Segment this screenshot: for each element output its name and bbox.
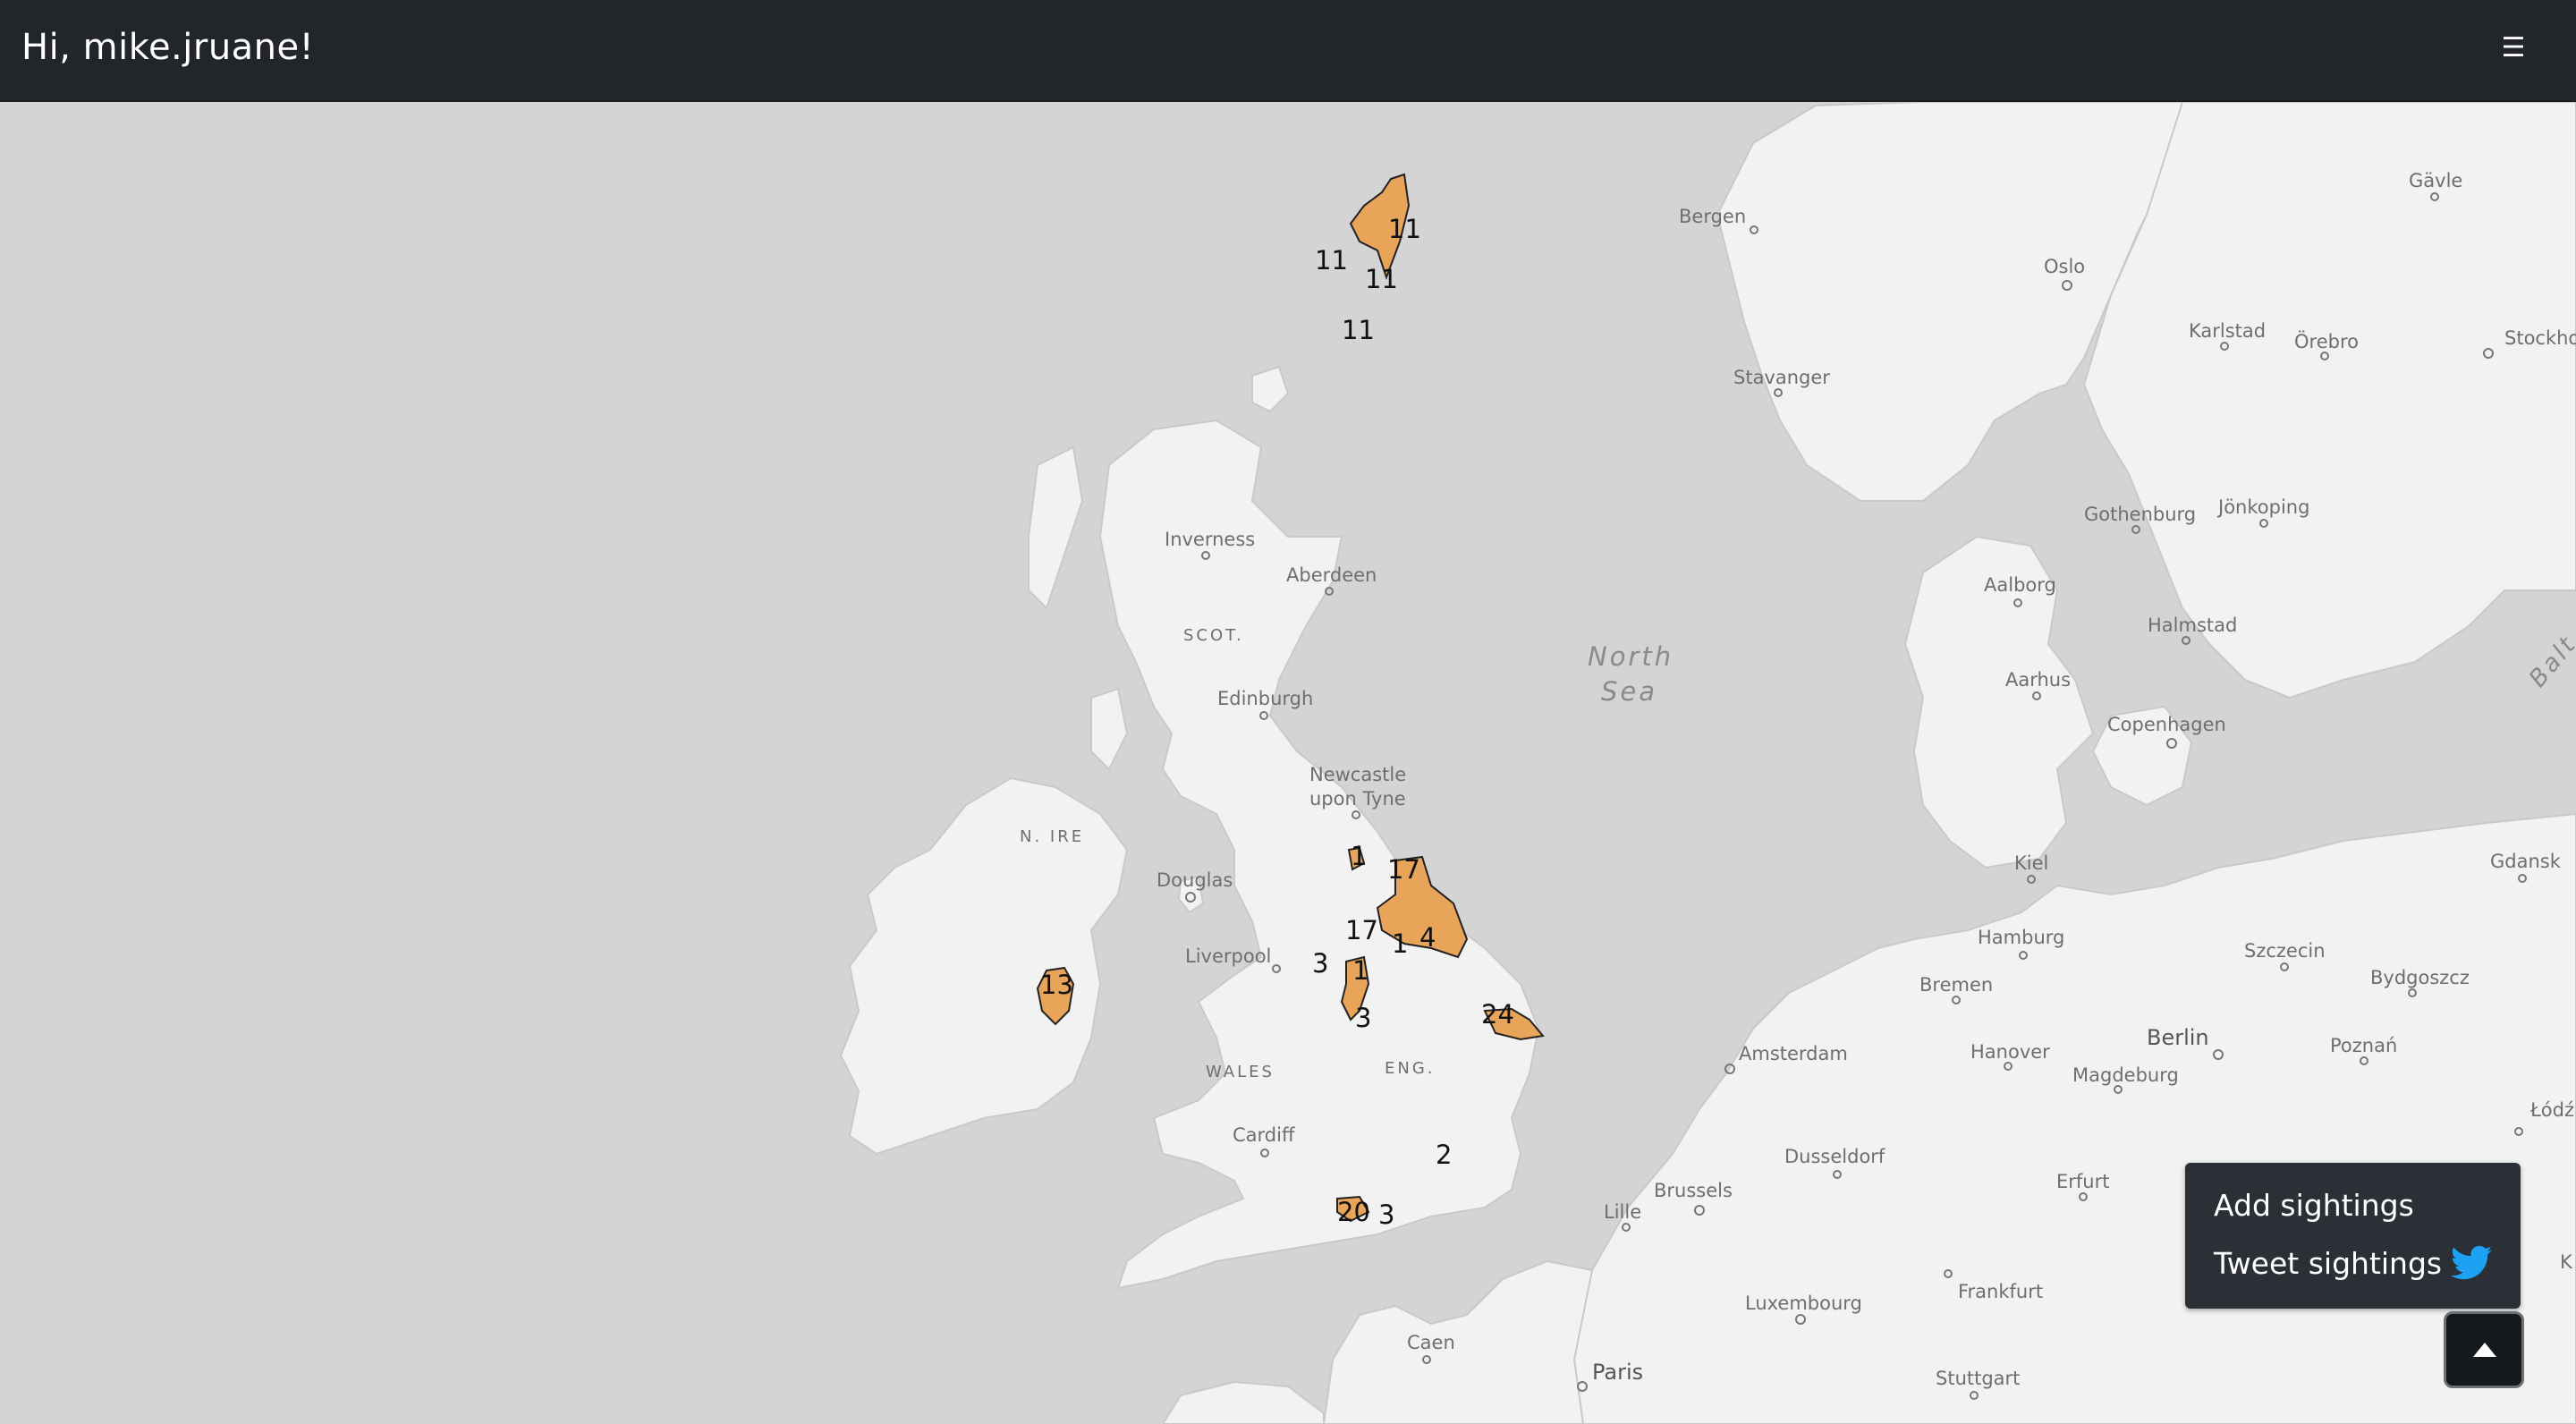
place-dusseldorf: Dusseldorf	[1784, 1146, 1885, 1167]
place-k-edge: K	[2560, 1251, 2573, 1273]
count-yorks-dales: 17	[1345, 915, 1378, 945]
place-gavle: Gävle	[2409, 170, 2462, 191]
place-lodz: Łódź	[2529, 1099, 2574, 1121]
place-orebro: Örebro	[2294, 330, 2359, 352]
place-bergen: Bergen	[1679, 206, 1746, 227]
place-bydgoszcz: Bydgoszcz	[2370, 967, 2470, 988]
region-wales: WALES	[1206, 1063, 1275, 1081]
sightings-menu: Add sightings Tweet sightings	[2185, 1163, 2521, 1309]
place-kiel: Kiel	[2014, 852, 2048, 874]
place-gothenburg: Gothenburg	[2084, 504, 2196, 525]
place-newcastle-1: Newcastle	[1309, 764, 1406, 785]
place-brussels: Brussels	[1654, 1180, 1733, 1201]
place-stuttgart: Stuttgart	[1936, 1368, 2020, 1389]
count-lancs-b: 1	[1352, 955, 1368, 986]
place-luxembourg: Luxembourg	[1745, 1293, 1862, 1314]
greeting-text: Hi, mike.jruane!	[21, 27, 315, 68]
count-fair-isle: 11	[1342, 315, 1375, 345]
count-shetland-a: 11	[1388, 214, 1421, 244]
place-erfurt: Erfurt	[2056, 1171, 2109, 1192]
count-lancs-a: 3	[1312, 948, 1328, 979]
count-yorks-east: 4	[1419, 922, 1436, 953]
place-szczecin: Szczecin	[2244, 940, 2326, 962]
place-gdansk: Gdansk	[2490, 851, 2562, 872]
count-tees: 1	[1351, 841, 1367, 871]
place-bremen: Bremen	[1919, 974, 1993, 996]
count-dorset: 20	[1337, 1197, 1370, 1227]
place-oslo: Oslo	[2044, 256, 2085, 277]
place-jonkoping: Jönkoping	[2216, 496, 2309, 518]
add-sightings-label: Add sightings	[2214, 1188, 2414, 1223]
place-caen: Caen	[1407, 1332, 1455, 1353]
top-navbar: Hi, mike.jruane! ☰	[0, 0, 2576, 102]
caret-up-icon	[2473, 1343, 2496, 1357]
place-aalborg: Aalborg	[1984, 574, 2056, 596]
place-magdeburg: Magdeburg	[2072, 1064, 2179, 1086]
toggle-sightings-menu-button[interactable]	[2444, 1311, 2524, 1388]
twitter-bird-icon	[2451, 1245, 2493, 1280]
place-poznan: Poznań	[2330, 1035, 2397, 1056]
region-nire: N. IRE	[1020, 827, 1084, 846]
place-paris: Paris	[1592, 1360, 1643, 1385]
count-peak: 3	[1355, 1003, 1371, 1033]
count-hants: 3	[1378, 1199, 1394, 1230]
count-ireland: 13	[1040, 970, 1073, 1000]
place-aarhus: Aarhus	[2005, 669, 2071, 691]
place-hamburg: Hamburg	[1978, 927, 2064, 948]
sea-label-sea: Sea	[1601, 676, 1657, 707]
place-copenhagen: Copenhagen	[2107, 714, 2226, 735]
count-norfolk: 24	[1481, 999, 1514, 1030]
place-edinburgh: Edinburgh	[1217, 688, 1313, 709]
count-shetland-b: 11	[1315, 245, 1348, 275]
place-amsterdam: Amsterdam	[1739, 1043, 1848, 1064]
place-stockholm: Stockho	[2504, 327, 2576, 349]
place-stavanger: Stavanger	[1733, 367, 1830, 388]
place-hanover: Hanover	[1970, 1041, 2050, 1063]
hamburger-menu-icon[interactable]: ☰	[2499, 34, 2528, 63]
region-eng: ENG.	[1385, 1059, 1436, 1078]
place-lille: Lille	[1604, 1201, 1641, 1223]
count-yorks-coast: 17	[1387, 854, 1420, 885]
count-london: 2	[1436, 1140, 1452, 1170]
place-cardiff: Cardiff	[1233, 1124, 1295, 1146]
region-scot: SCOT.	[1183, 626, 1244, 645]
place-liverpool: Liverpool	[1185, 945, 1271, 967]
place-berlin: Berlin	[2147, 1025, 2209, 1050]
place-karlstad: Karlstad	[2189, 320, 2266, 342]
place-inverness: Inverness	[1165, 529, 1255, 550]
count-yorks-mid: 1	[1392, 928, 1408, 959]
place-newcastle-2: upon Tyne	[1309, 788, 1406, 809]
tweet-sightings-label: Tweet sightings	[2214, 1245, 2443, 1281]
place-frankfurt: Frankfurt	[1958, 1281, 2043, 1302]
place-halmstad: Halmstad	[2148, 615, 2237, 636]
tweet-sightings-button[interactable]: Tweet sightings	[2214, 1245, 2493, 1281]
place-aberdeen: Aberdeen	[1286, 564, 1377, 586]
sea-label-north: North	[1588, 641, 1674, 672]
place-douglas: Douglas	[1157, 869, 1233, 891]
add-sightings-button[interactable]: Add sightings	[2214, 1188, 2414, 1223]
count-shetland-c: 11	[1365, 264, 1398, 294]
